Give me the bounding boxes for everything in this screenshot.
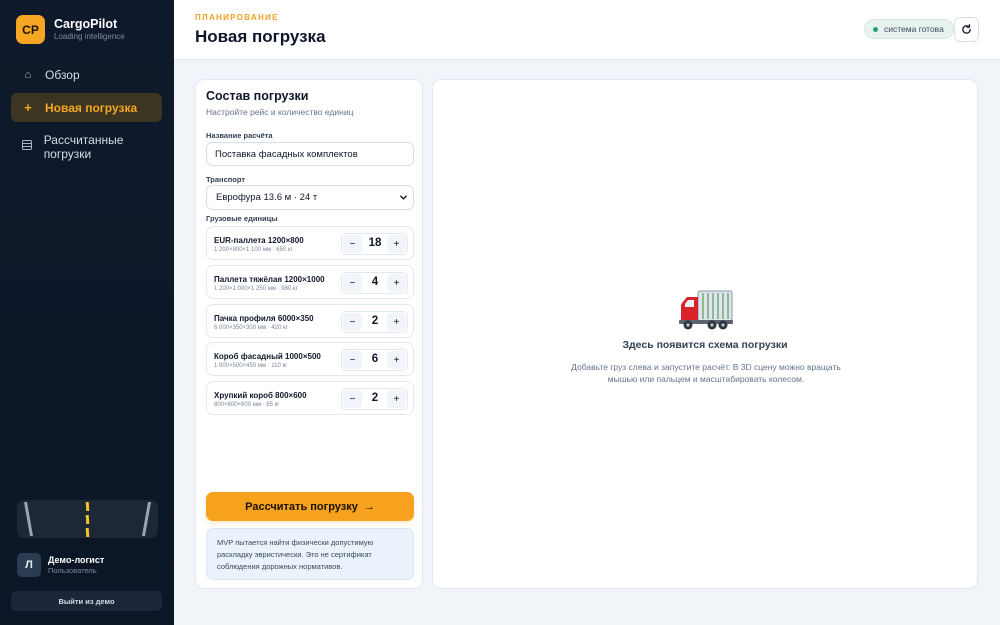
- increment-button[interactable]: +: [387, 313, 406, 331]
- mvp-note: MVP пытается найти физически допустимую …: [206, 528, 414, 580]
- empty-state-description: Добавьте груз слева и запустите расчёт. …: [571, 362, 841, 384]
- decrement-button[interactable]: −: [343, 351, 362, 369]
- unit-name: EUR-паллета 1200×800: [214, 236, 304, 245]
- sidebar-item-overview[interactable]: ⌂ Обзор: [11, 63, 162, 87]
- quantity-stepper: − 2 +: [341, 311, 408, 333]
- road-dash: [85, 502, 90, 511]
- empty-state-title: Здесь появится схема погрузки: [622, 339, 788, 351]
- user-role: Пользователь: [48, 566, 97, 575]
- status-text: система готова: [884, 24, 944, 34]
- increment-button[interactable]: +: [387, 274, 406, 292]
- panel-title: Состав погрузки: [206, 89, 309, 103]
- brand-text: CargoPilot Loading intelligence: [54, 17, 125, 42]
- transport-selected: Еврофура 13.6 м · 24 т: [216, 192, 318, 203]
- quantity-value: 2: [371, 315, 379, 327]
- plus-icon: +: [24, 100, 32, 115]
- quantity-value: 4: [371, 276, 379, 288]
- transport-select[interactable]: Еврофура 13.6 м · 24 т: [206, 185, 414, 210]
- road-dash: [85, 528, 90, 537]
- truck-icon: [679, 289, 733, 336]
- decrement-button[interactable]: −: [343, 313, 362, 331]
- increment-button[interactable]: +: [387, 235, 406, 253]
- unit-name: Хрупкий короб 800×600: [214, 391, 307, 400]
- road-illustration: [17, 500, 158, 538]
- user-card: Л Демо-логист Пользователь: [17, 553, 104, 577]
- road-dash: [85, 515, 90, 524]
- unit-meta: 1 000×500×450 мм · 110 кг: [214, 363, 288, 369]
- sidebar-item-label: Рассчитанные погрузки: [43, 133, 124, 161]
- brand-logo: CP: [16, 15, 45, 44]
- brand[interactable]: CP CargoPilot Loading intelligence: [16, 15, 125, 44]
- refresh-icon: [962, 24, 971, 34]
- quantity-value: 18: [368, 237, 382, 249]
- arrow-right-icon: →: [363, 500, 375, 513]
- page-kicker: ПЛАНИРОВАНИЕ: [195, 13, 279, 22]
- sidebar-item-label: Обзор: [45, 68, 80, 82]
- sidebar-item-label: Новая погрузка: [45, 100, 138, 115]
- unit-meta: 1 200×800×1 100 мм · 650 кг: [214, 247, 293, 253]
- road-edge-right: [142, 502, 151, 536]
- unit-meta: 6 000×350×300 мм · 420 кг: [214, 325, 288, 331]
- status-badge: система готова: [864, 19, 954, 39]
- cargo-unit-row: EUR-паллета 1200×800 1 200×800×1 100 мм …: [206, 226, 414, 260]
- chevron-down-icon: [400, 195, 407, 200]
- logout-button[interactable]: Выйти из демо: [11, 591, 162, 611]
- cargo-unit-row: Хрупкий короб 800×600 800×600×600 мм · 8…: [206, 381, 414, 415]
- cargo-unit-row: Пачка профиля 6000×350 6 000×350×300 мм …: [206, 304, 414, 338]
- user-text: Демо-логист Пользователь: [48, 554, 104, 576]
- page-header: ПЛАНИРОВАНИЕ Новая погрузка система гото…: [174, 0, 1000, 60]
- home-icon: ⌂: [24, 69, 32, 81]
- brand-tagline: Loading intelligence: [54, 32, 125, 41]
- quantity-stepper: − 18 +: [341, 233, 408, 255]
- calc-name-label: Название расчёта: [206, 131, 273, 140]
- sidebar: CP CargoPilot Loading intelligence ⌂ Обз…: [0, 0, 174, 625]
- user-name: Демо-логист: [48, 555, 105, 565]
- quantity-value: 6: [371, 353, 379, 365]
- cargo-unit-row: Короб фасадный 1000×500 1 000×500×450 мм…: [206, 342, 414, 376]
- units-label: Грузовые единицы: [206, 214, 278, 223]
- brand-name: CargoPilot: [54, 17, 118, 31]
- avatar: Л: [17, 553, 41, 577]
- transport-label: Транспорт: [206, 175, 246, 184]
- sidebar-item-calculated[interactable]: Рассчитанные погрузки: [11, 129, 162, 165]
- unit-meta: 800×600×600 мм · 85 кг: [214, 402, 280, 408]
- calculate-button[interactable]: Рассчитать погрузку →: [206, 492, 414, 521]
- refresh-button[interactable]: [954, 17, 979, 42]
- quantity-stepper: − 6 +: [341, 349, 408, 371]
- unit-meta: 1 200×1 000×1 250 мм · 980 кг: [214, 286, 298, 292]
- list-icon: [21, 140, 34, 154]
- cargo-unit-row: Паллета тяжёлая 1200×1000 1 200×1 000×1 …: [206, 265, 414, 299]
- calc-name-input[interactable]: [206, 142, 414, 166]
- unit-name: Короб фасадный 1000×500: [214, 352, 321, 361]
- loading-scheme-viewer[interactable]: Здесь появится схема погрузки Добавьте г…: [432, 79, 978, 589]
- increment-button[interactable]: +: [387, 351, 406, 369]
- loading-form-panel: Состав погрузки Настройте рейс и количес…: [195, 79, 423, 589]
- increment-button[interactable]: +: [387, 390, 406, 408]
- decrement-button[interactable]: −: [343, 390, 362, 408]
- unit-name: Паллета тяжёлая 1200×1000: [214, 275, 325, 284]
- calculate-label: Рассчитать погрузку: [245, 500, 358, 513]
- decrement-button[interactable]: −: [343, 235, 362, 253]
- page-title: Новая погрузка: [195, 27, 326, 46]
- panel-subtitle: Настройте рейс и количество единиц: [206, 107, 354, 117]
- quantity-stepper: − 4 +: [341, 272, 408, 294]
- sidebar-item-new-loading[interactable]: + Новая погрузка: [11, 93, 162, 122]
- decrement-button[interactable]: −: [343, 274, 362, 292]
- quantity-stepper: − 2 +: [341, 388, 408, 410]
- road-edge-left: [24, 502, 33, 536]
- unit-name: Пачка профиля 6000×350: [214, 314, 314, 323]
- status-dot-icon: [873, 26, 878, 32]
- quantity-value: 2: [371, 392, 379, 404]
